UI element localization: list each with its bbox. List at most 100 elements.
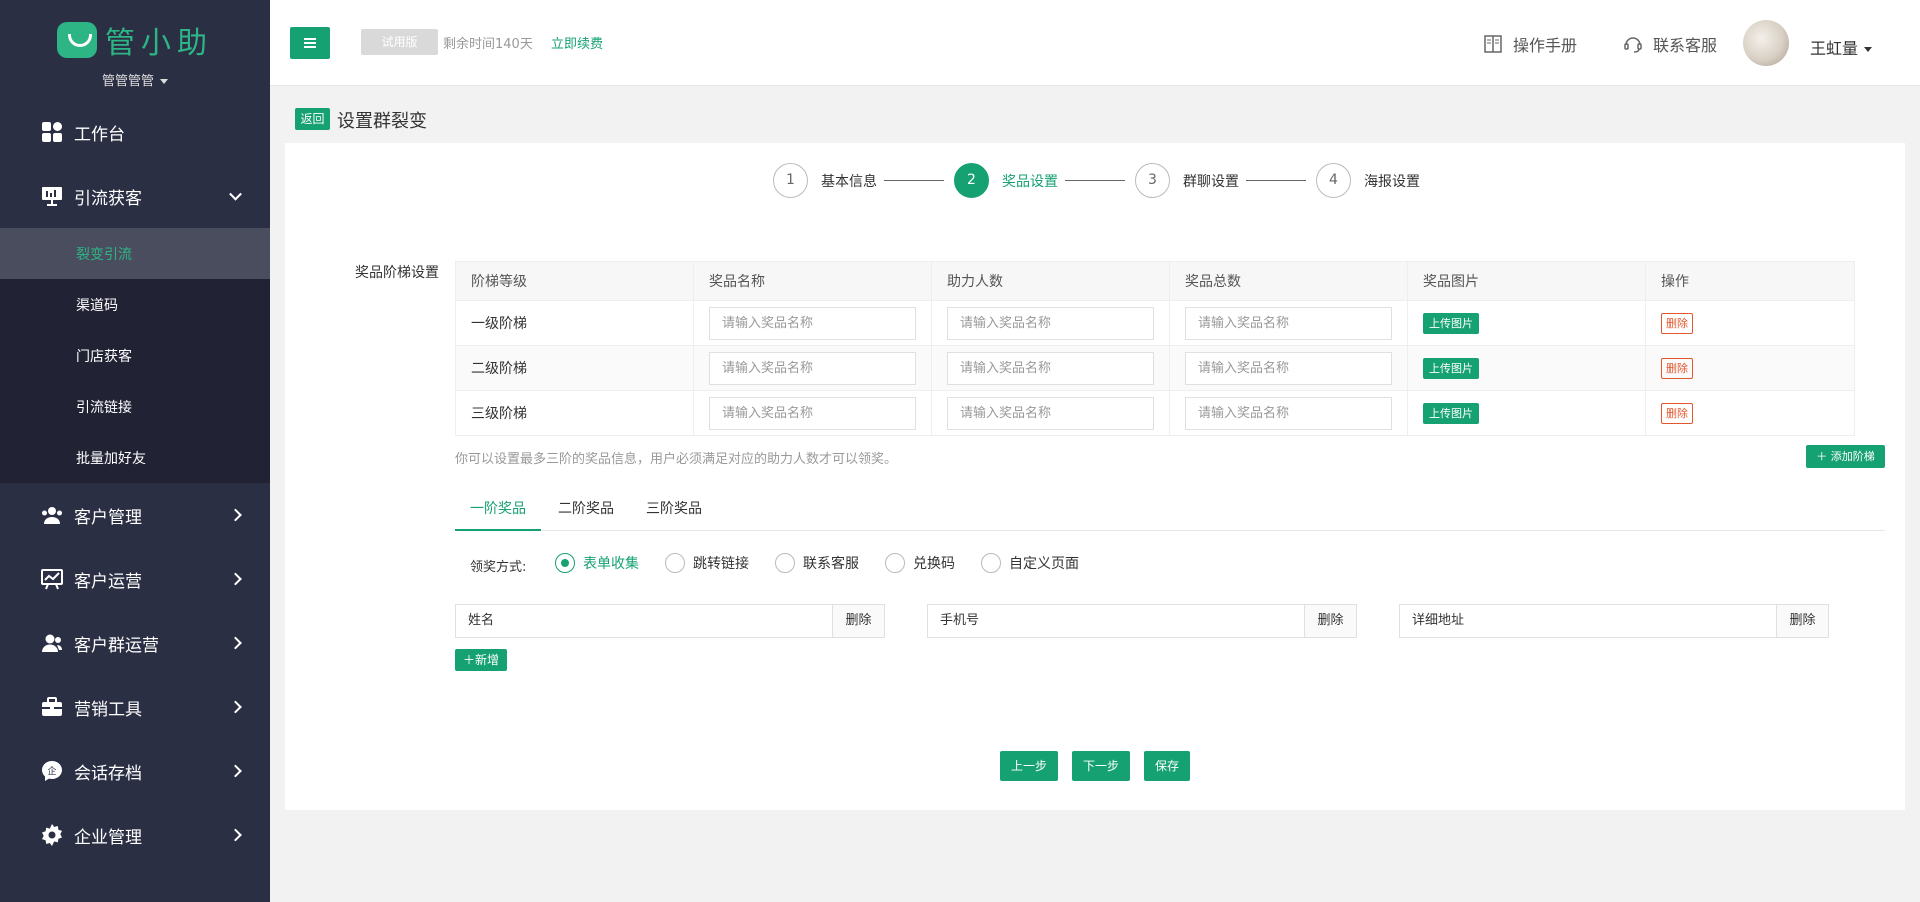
org-switcher[interactable]: 管管管管 [0, 70, 270, 89]
sidebar: 管小助 管管管管 工作台 引流获客 裂变引流 渠道码 门店获客 引流链接 批量加… [0, 0, 270, 902]
radio-jump-link[interactable]: 跳转链接 [665, 553, 749, 573]
prize-name-input[interactable]: 请输入奖品名称 [709, 306, 916, 340]
column-header: 助力人数 [931, 261, 1170, 301]
field-name[interactable]: 手机号 [928, 605, 1304, 637]
logo-text: 管小助 [105, 26, 213, 61]
chart-board-icon [41, 569, 63, 590]
prize-name-input[interactable]: 请输入奖品名称 [709, 396, 916, 430]
tab-tier-2[interactable]: 二阶奖品 [543, 491, 629, 531]
sidebar-item-enterprise[interactable]: 企业管理 [0, 803, 270, 867]
gear-icon [42, 824, 62, 846]
table-row: 一级阶梯 请输入奖品名称 请输入奖品名称 请输入奖品名称 上传图片 删除 [455, 300, 1855, 346]
menu-toggle-button[interactable] [290, 27, 330, 59]
table-row: 三级阶梯 请输入奖品名称 请输入奖品名称 请输入奖品名称 上传图片 删除 [455, 390, 1855, 436]
sidebar-item-label: 客户运营 [74, 571, 142, 592]
chevron-right-icon [229, 508, 242, 522]
avatar[interactable] [1743, 20, 1789, 66]
sidebar-item-groups[interactable]: 客户群运营 [0, 611, 270, 675]
sidebar-item-label: 客户管理 [74, 507, 142, 528]
table-header-row: 阶梯等级 奖品名称 助力人数 奖品总数 奖品图片 操作 [455, 261, 1855, 301]
sidebar-item-customers[interactable]: 客户管理 [0, 483, 270, 547]
dashboard-icon [42, 122, 62, 142]
sidebar-item-lead-gen[interactable]: 引流获客 [0, 164, 270, 228]
sidebar-subitem-store[interactable]: 门店获客 [0, 330, 270, 381]
prize-total-input[interactable]: 请输入奖品名称 [1185, 306, 1392, 340]
radio-custom-page[interactable]: 自定义页面 [981, 553, 1079, 573]
back-button[interactable]: 返回 [295, 108, 330, 130]
manual-label: 操作手册 [1513, 36, 1578, 55]
step-1: 1 基本信息 [773, 163, 877, 198]
radio-redeem-code[interactable]: 兑换码 [885, 553, 955, 573]
delete-tier-button[interactable]: 删除 [1661, 357, 1693, 379]
sidebar-item-operations[interactable]: 客户运营 [0, 547, 270, 611]
manual-link[interactable]: 操作手册 [1483, 32, 1577, 56]
delete-tier-button[interactable]: 删除 [1661, 312, 1693, 334]
tier-level: 三级阶梯 [455, 390, 694, 436]
tab-tier-3[interactable]: 三阶奖品 [631, 491, 717, 531]
helper-count-input[interactable]: 请输入奖品名称 [947, 306, 1154, 340]
delete-field-button[interactable]: 删除 [1304, 605, 1356, 637]
caret-down-icon [1864, 47, 1873, 52]
delete-field-button[interactable]: 删除 [832, 605, 884, 637]
sidebar-item-label: 客户群运营 [74, 635, 159, 656]
radio-circle [665, 553, 685, 573]
radio-circle [885, 553, 905, 573]
add-tier-button[interactable]: ＋ 添加阶梯 [1806, 445, 1885, 468]
table-row: 二级阶梯 请输入奖品名称 请输入奖品名称 请输入奖品名称 上传图片 删除 [455, 345, 1855, 391]
top-header: 试用版 剩余时间140天 立即续费 操作手册 联系客服 王虹量 [270, 0, 1920, 86]
radio-contact-support[interactable]: 联系客服 [775, 553, 859, 573]
user-menu[interactable]: 王虹量 [1810, 35, 1873, 59]
sidebar-item-workbench[interactable]: 工作台 [0, 100, 270, 164]
column-header: 奖品名称 [693, 261, 932, 301]
tab-tier-1[interactable]: 一阶奖品 [455, 491, 541, 531]
radio-label: 兑换码 [913, 556, 955, 572]
step-connector [884, 180, 944, 181]
radio-form-collect[interactable]: 表单收集 [555, 553, 639, 573]
helper-count-input[interactable]: 请输入奖品名称 [947, 351, 1154, 385]
field-name[interactable]: 详细地址 [1400, 605, 1776, 637]
sidebar-subitem-link[interactable]: 引流链接 [0, 381, 270, 432]
chevron-down-icon [229, 187, 242, 201]
support-link[interactable]: 联系客服 [1623, 32, 1717, 56]
delete-field-button[interactable]: 删除 [1776, 605, 1828, 637]
upload-image-button[interactable]: 上传图片 [1423, 402, 1479, 424]
sidebar-item-label: 营销工具 [74, 699, 142, 720]
sidebar-item-marketing[interactable]: 营销工具 [0, 675, 270, 739]
prize-hint: 你可以设置最多三阶的奖品信息，用户必须满足对应的助力人数才可以领奖。 [455, 452, 898, 467]
step-number: 3 [1135, 163, 1170, 198]
prize-total-input[interactable]: 请输入奖品名称 [1185, 396, 1392, 430]
next-step-button[interactable]: 下一步 [1072, 751, 1130, 781]
upload-image-button[interactable]: 上传图片 [1423, 312, 1479, 334]
step-3: 3 群聊设置 [1135, 163, 1239, 198]
sidebar-item-label: 企业管理 [74, 827, 142, 848]
helper-count-input[interactable]: 请输入奖品名称 [947, 396, 1154, 430]
tier-level: 二级阶梯 [455, 345, 694, 391]
upload-image-button[interactable]: 上传图片 [1423, 357, 1479, 379]
delete-tier-button[interactable]: 删除 [1661, 402, 1693, 424]
users-icon [42, 507, 62, 524]
remaining-time: 剩余时间140天 [443, 37, 533, 52]
prev-step-button[interactable]: 上一步 [1000, 751, 1058, 781]
sidebar-subitem-channel-code[interactable]: 渠道码 [0, 279, 270, 330]
column-header: 奖品总数 [1169, 261, 1408, 301]
sidebar-subitem-batch-add[interactable]: 批量加好友 [0, 432, 270, 483]
chevron-right-icon [229, 700, 242, 714]
save-button[interactable]: 保存 [1144, 751, 1190, 781]
radio-label: 表单收集 [583, 556, 639, 572]
prize-name-input[interactable]: 请输入奖品名称 [709, 351, 916, 385]
sidebar-item-chat-archive[interactable]: 企 会话存档 [0, 739, 270, 803]
add-field-button[interactable]: ＋新增 [455, 649, 507, 671]
step-number: 1 [773, 163, 808, 198]
sidebar-subitem-fission[interactable]: 裂变引流 [0, 228, 270, 279]
support-label: 联系客服 [1653, 36, 1718, 55]
renew-link[interactable]: 立即续费 [551, 33, 603, 52]
prize-tier-label: 奖品阶梯设置 [355, 265, 439, 281]
group-icon [42, 634, 62, 652]
book-icon [1484, 35, 1502, 53]
prize-total-input[interactable]: 请输入奖品名称 [1185, 351, 1392, 385]
step-2: 2 奖品设置 [954, 163, 1058, 198]
chevron-right-icon [229, 764, 242, 778]
field-name[interactable]: 姓名 [456, 605, 832, 637]
radio-label: 联系客服 [803, 556, 859, 572]
tier-level: 一级阶梯 [455, 300, 694, 346]
